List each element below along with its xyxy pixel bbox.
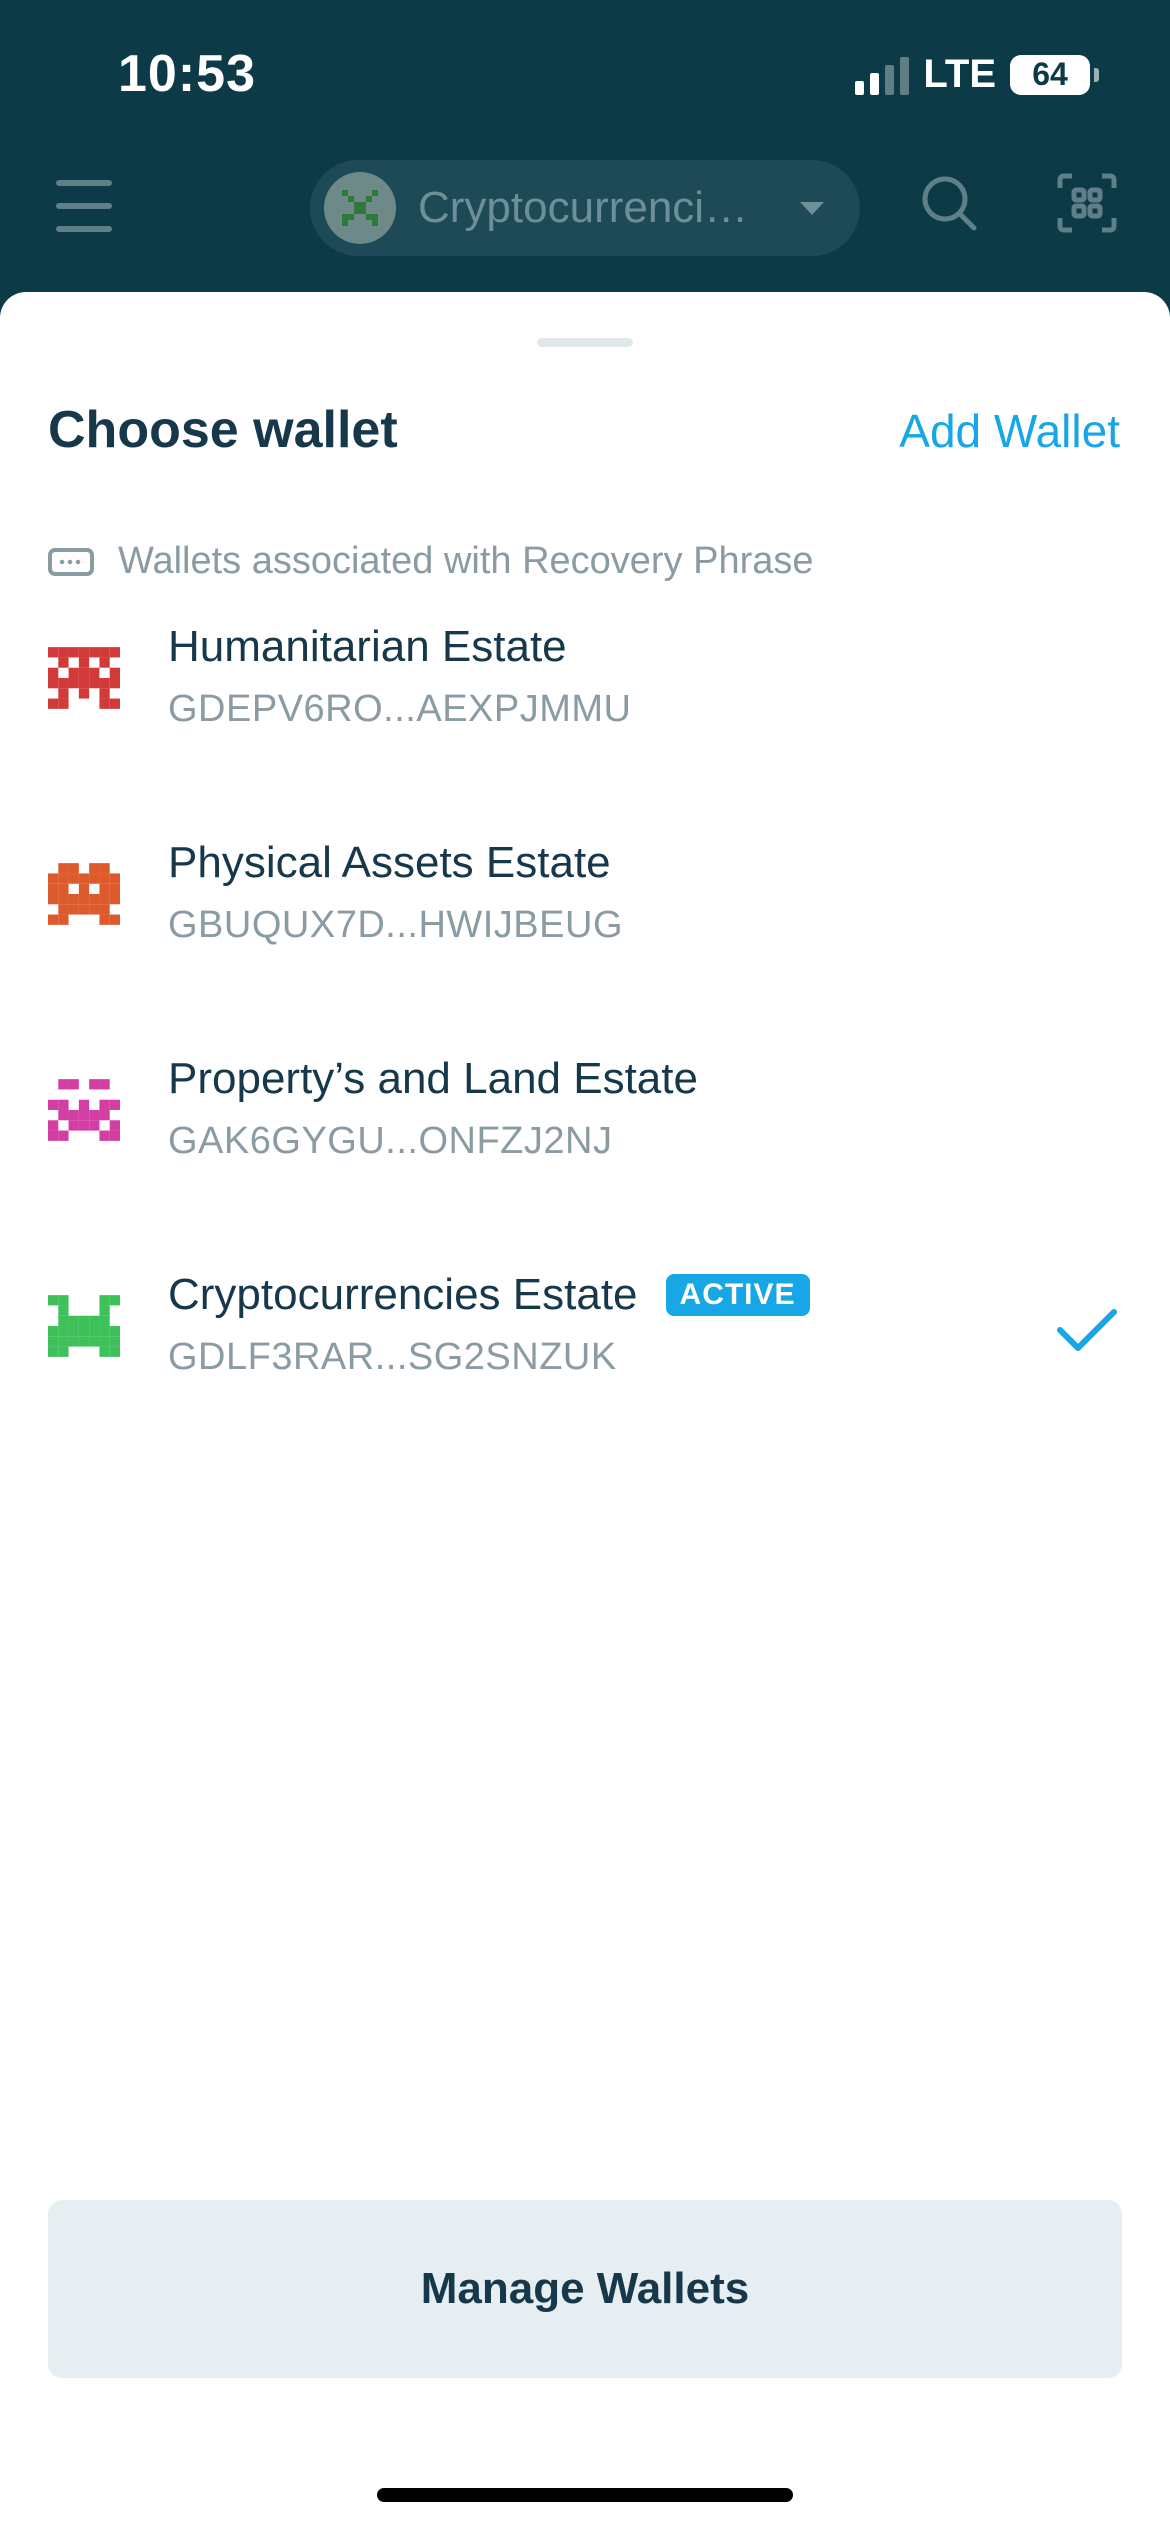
search-icon[interactable] bbox=[918, 172, 980, 234]
app-header: Cryptocurrenci… bbox=[0, 150, 1170, 280]
wallet-name: Property’s and Land Estate bbox=[168, 1054, 698, 1103]
wallet-address: GDLF3RAR...SG2SNZUK bbox=[168, 1336, 617, 1378]
status-bar: 10:53 LTE 64 bbox=[0, 0, 1170, 150]
wallet-name-line: Property’s and Land Estate bbox=[168, 1054, 698, 1104]
wallet-row[interactable]: Humanitarian Estate GDEPV6RO...AEXPJMMU bbox=[0, 622, 1170, 822]
keyboard-icon bbox=[48, 547, 94, 576]
wallet-row[interactable]: Physical Assets Estate GBUQUX7D...HWIJBEU… bbox=[0, 838, 1170, 1038]
status-time: 10:53 bbox=[118, 45, 256, 103]
wallet-row[interactable]: Property’s and Land Estate GAK6GYGU...ONF… bbox=[0, 1054, 1170, 1254]
wallet-address: GAK6GYGU...ONFZJ2NJ bbox=[168, 1120, 613, 1162]
active-badge: ACTIVE bbox=[665, 1274, 810, 1316]
battery-level: 64 bbox=[1032, 56, 1068, 92]
wallet-avatar-icon bbox=[324, 172, 396, 244]
signal-icon bbox=[855, 55, 910, 95]
wallet-list: Humanitarian Estate GDEPV6RO...AEXPJMMU Ph… bbox=[0, 622, 1170, 1452]
manage-wallets-button[interactable]: Manage Wallets bbox=[48, 2200, 1122, 2378]
wallet-avatar-icon bbox=[48, 1295, 120, 1357]
wallet-address: GDEPV6RO...AEXPJMMU bbox=[168, 688, 632, 730]
current-wallet-selector[interactable]: Cryptocurrenci… bbox=[310, 160, 860, 256]
wallet-avatar-icon bbox=[48, 647, 120, 709]
wallet-avatar-icon bbox=[48, 863, 120, 925]
wallet-name-line: Physical Assets Estate bbox=[168, 838, 611, 888]
sheet-grabber[interactable] bbox=[537, 338, 633, 347]
wallet-name-line: Cryptocurrencies Estate ACTIVE bbox=[168, 1270, 810, 1320]
network-label: LTE bbox=[923, 52, 996, 96]
wallet-name-line: Humanitarian Estate bbox=[168, 622, 567, 672]
wallet-name: Humanitarian Estate bbox=[168, 622, 567, 671]
chevron-down-icon bbox=[800, 201, 824, 215]
wallet-name: Physical Assets Estate bbox=[168, 838, 611, 887]
wallet-name: Cryptocurrencies Estate bbox=[168, 1270, 638, 1319]
wallet-avatar-icon bbox=[48, 1079, 120, 1141]
battery-icon: 64 bbox=[1010, 54, 1099, 95]
add-wallet-button[interactable]: Add Wallet bbox=[899, 404, 1120, 458]
section-label: Wallets associated with Recovery Phrase bbox=[118, 540, 814, 582]
status-indicators: LTE 64 bbox=[855, 52, 1099, 97]
section-header: Wallets associated with Recovery Phrase bbox=[48, 540, 814, 583]
sheet-title: Choose wallet bbox=[48, 401, 398, 459]
checkmark-icon bbox=[1057, 1309, 1117, 1351]
wallet-address: GBUQUX7D...HWIJBEUG bbox=[168, 904, 623, 946]
choose-wallet-sheet: Choose wallet Add Wallet Wallets associa… bbox=[0, 292, 1170, 2532]
home-indicator bbox=[377, 2488, 793, 2502]
wallet-row[interactable]: Cryptocurrencies Estate ACTIVE GDLF3RAR...… bbox=[0, 1270, 1170, 1452]
qr-scan-icon[interactable] bbox=[1056, 172, 1118, 234]
current-wallet-label: Cryptocurrenci… bbox=[418, 183, 749, 232]
hamburger-icon[interactable] bbox=[56, 180, 112, 232]
